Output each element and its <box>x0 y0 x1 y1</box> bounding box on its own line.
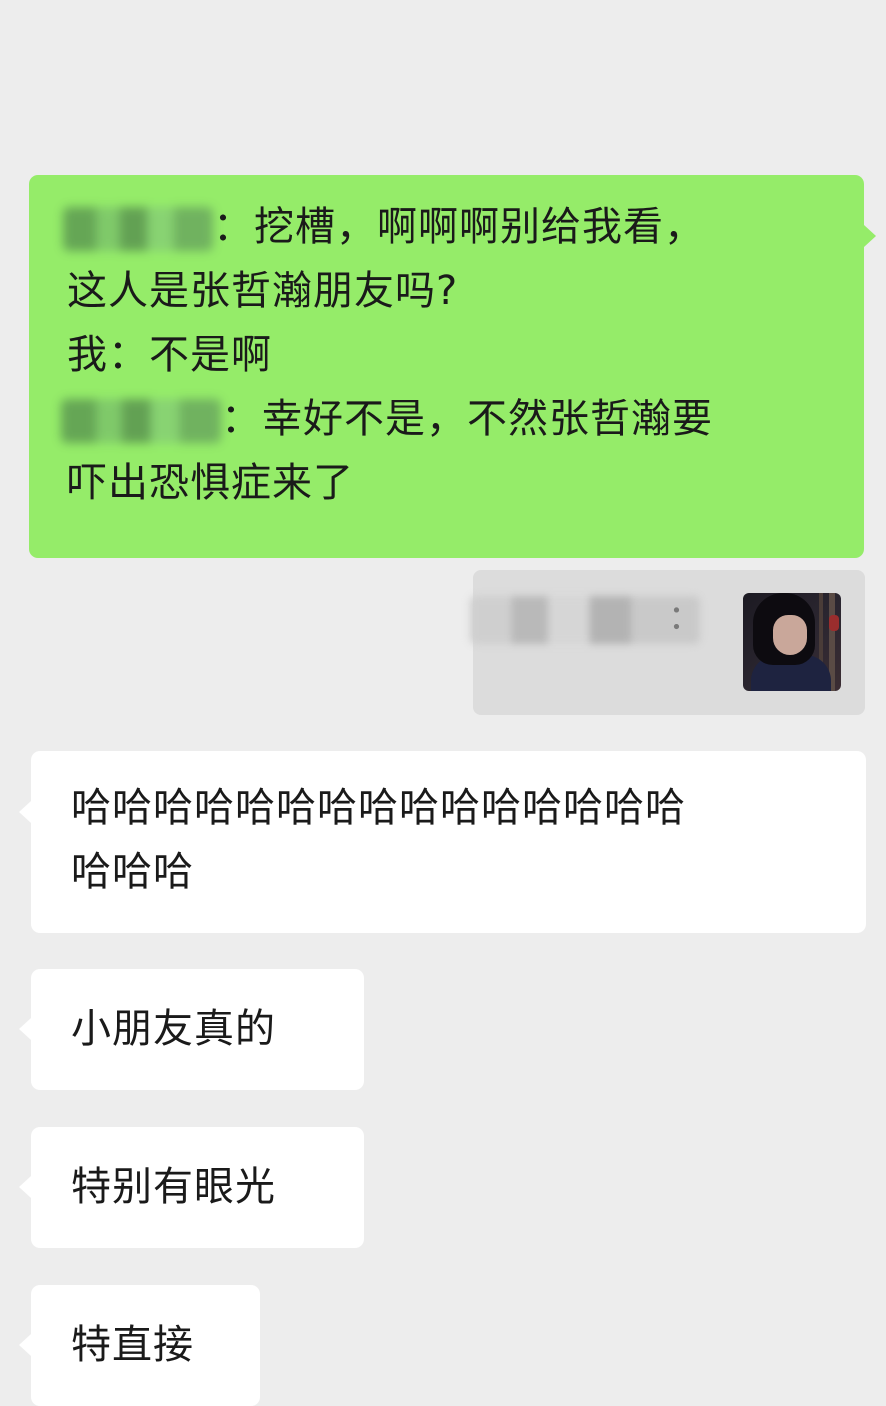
bubble-tail <box>19 1334 31 1356</box>
photo-thumbnail-icon[interactable] <box>743 593 841 691</box>
message-line: 特直接 <box>71 1322 194 1368</box>
message-text: ：幸好不是，不然张哲瀚要 <box>221 396 713 442</box>
bubble-tail <box>19 1176 31 1198</box>
message-line: 特别有眼光 <box>71 1164 276 1210</box>
message-line: ：挖槽，啊啊啊别给我看， <box>63 195 844 259</box>
received-message-bubble[interactable]: 特别有眼光 <box>31 1127 364 1248</box>
message-text: ：挖槽，啊啊啊别给我看， <box>213 204 705 250</box>
redacted-name <box>61 399 221 443</box>
sent-message-bubble[interactable]: ：挖槽，啊啊啊别给我看， 这人是张哲瀚朋友吗? 我：不是啊 ：幸好不是，不然张哲… <box>29 175 864 558</box>
message-line: 吓出恐惧症来了 <box>67 460 354 506</box>
bubble-tail <box>864 225 876 247</box>
received-message-bubble[interactable]: 哈哈哈哈哈哈哈哈哈哈哈哈哈哈哈 哈哈哈 <box>31 751 866 933</box>
bubble-tail <box>19 801 31 823</box>
received-message-bubble[interactable]: 小朋友真的 <box>31 969 364 1090</box>
message-line: ：幸好不是，不然张哲瀚要 <box>61 387 844 451</box>
message-line: 小朋友真的 <box>71 1006 276 1052</box>
message-line: 哈哈哈 <box>71 849 194 895</box>
quote-colon: ： <box>668 598 702 638</box>
message-line: 我：不是啊 <box>67 332 272 378</box>
redacted-quote-text <box>470 596 700 644</box>
message-line: 这人是张哲瀚朋友吗? <box>67 268 459 314</box>
received-message-bubble[interactable]: 特直接 <box>31 1285 260 1406</box>
bubble-tail <box>19 1018 31 1040</box>
redacted-name <box>63 207 213 251</box>
message-line: 哈哈哈哈哈哈哈哈哈哈哈哈哈哈哈 <box>71 785 686 831</box>
